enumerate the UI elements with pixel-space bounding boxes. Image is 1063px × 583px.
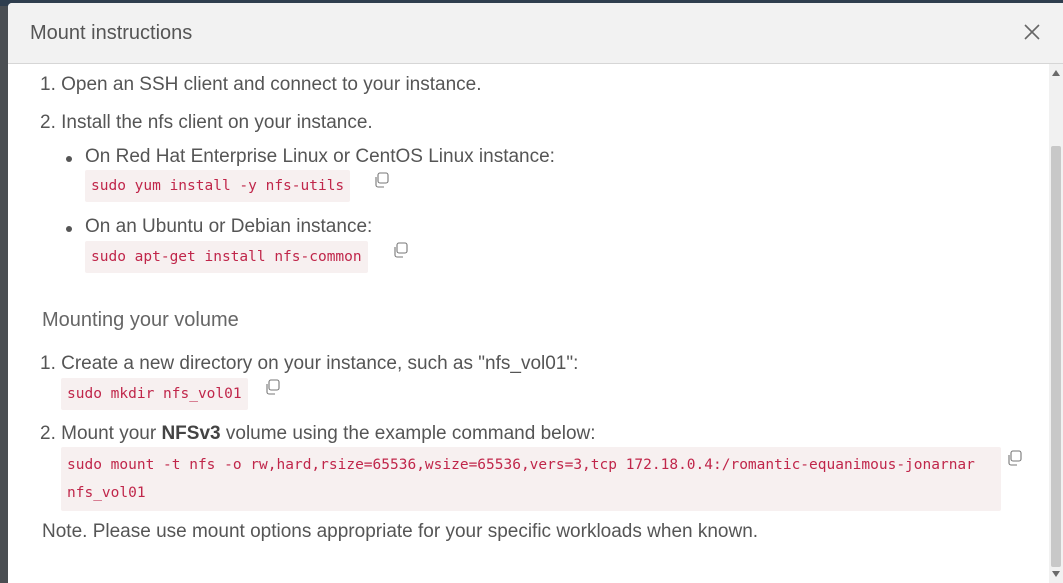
mount-instructions-dialog: Mount instructions 1. Open an SSH client… (8, 3, 1063, 583)
scroll-down-arrow[interactable] (1052, 571, 1060, 577)
bullet (66, 226, 72, 232)
mount-command: sudo mount -t nfs -o rw,hard,rsize=65536… (61, 447, 1001, 511)
scrollbar-thumb[interactable] (1051, 146, 1061, 567)
dialog-body: 1. Open an SSH client and connect to you… (8, 64, 1049, 583)
mount-note: Note. Please use mount options appropria… (42, 521, 759, 542)
mount-step-1: 1. Create a new directory on your instan… (40, 353, 579, 374)
mount-step-2-suffix: volume using the example command below: (220, 423, 596, 444)
close-icon[interactable] (1021, 21, 1043, 43)
mount-step-2: 2. Mount your NFSv3 volume using the exa… (40, 423, 596, 445)
mount-step-2-prefix: 2. Mount your (40, 423, 162, 444)
mounting-heading: Mounting your volume (42, 309, 239, 331)
vertical-scrollbar[interactable] (1049, 64, 1063, 583)
copy-icon[interactable] (1006, 450, 1022, 466)
dialog-title: Mount instructions (30, 22, 193, 44)
bullet (66, 156, 72, 162)
copy-icon[interactable] (392, 242, 408, 258)
ubuntu-command: sudo apt-get install nfs-common (85, 241, 368, 273)
background-page (0, 6, 8, 583)
ubuntu-label: On an Ubuntu or Debian instance: (85, 216, 373, 237)
install-step-2: 2. Install the nfs client on your instan… (40, 112, 373, 133)
copy-icon[interactable] (373, 172, 389, 188)
scroll-up-arrow[interactable] (1052, 70, 1060, 76)
install-step-1: 1. Open an SSH client and connect to you… (40, 74, 482, 95)
nfs-version: NFSv3 (161, 423, 221, 444)
copy-icon[interactable] (264, 379, 280, 395)
rhel-command: sudo yum install -y nfs-utils (85, 170, 351, 202)
dialog-header: Mount instructions (8, 3, 1063, 64)
mkdir-command: sudo mkdir nfs_vol01 (61, 378, 248, 410)
rhel-label: On Red Hat Enterprise Linux or CentOS Li… (85, 146, 555, 167)
